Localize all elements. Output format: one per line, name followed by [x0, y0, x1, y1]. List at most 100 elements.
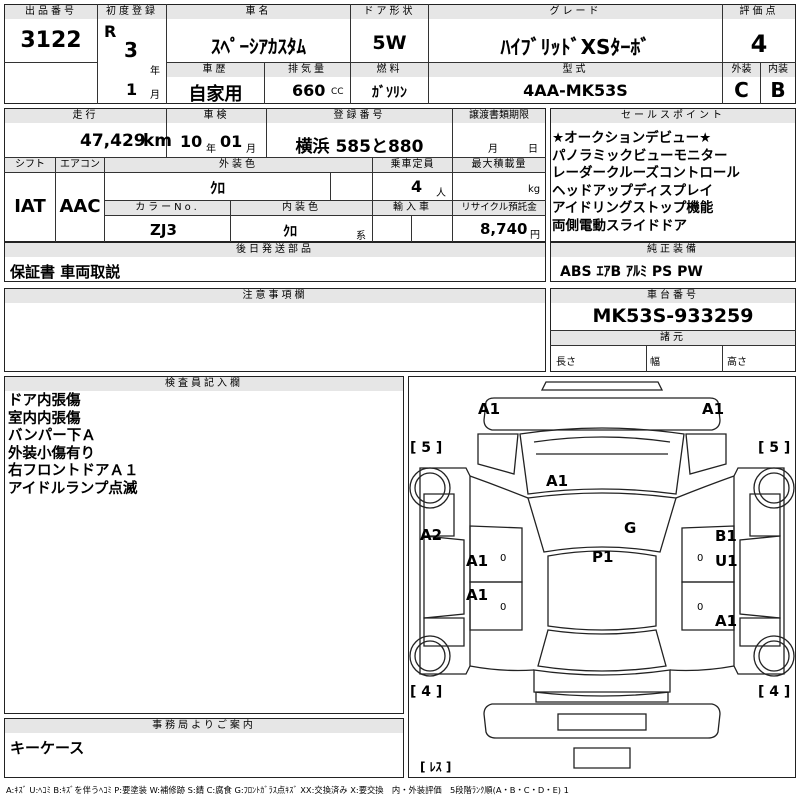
ext-color-value: ｸﾛ [209, 179, 225, 197]
history-value: 自家用 [188, 84, 243, 105]
exterior-value: C [734, 78, 749, 102]
history-label: 車歴 [167, 63, 264, 77]
zero-mark: 0 [697, 553, 704, 564]
ac-value: AAC [59, 196, 101, 217]
sales-point-item: パノラミックビューモニター [552, 147, 728, 164]
windshield [527, 492, 677, 553]
equipment-label: 純正装備 [551, 243, 795, 257]
door-value: 5W [372, 32, 407, 54]
displacement-label: 排気量 [265, 63, 350, 77]
reg-month: 1 [126, 80, 138, 99]
ac-label: エアコン [56, 158, 104, 172]
damage-legend: A:ｷｽﾞ U:ﾍｺﾐ B:ｷｽﾞを伴うﾍｺﾐ P:要塗装 W:補修跡 S:錆 … [6, 785, 569, 795]
wheel-rear-left [409, 635, 451, 677]
model-label: 型式 [429, 63, 722, 77]
specs-label: 諸元 [551, 331, 795, 345]
front-bumper [483, 397, 721, 431]
inspector-line: 右フロントドアＡ１ [8, 463, 139, 480]
chassis-label: 車台番号 [551, 289, 795, 303]
displacement-unit: CC [331, 87, 344, 97]
inspection-year-unit: 年 [206, 144, 216, 155]
capacity-label: 乗車定員 [373, 158, 452, 172]
lot-label: 出品番号 [5, 5, 97, 19]
mark-front-bumper-left: A1 [478, 400, 501, 418]
recycle-value: 8,740 [480, 220, 528, 238]
capacity-unit: 人 [436, 188, 446, 199]
mileage-label: 走行 [5, 109, 166, 123]
tire-rear-right: [ 4 ] [758, 684, 791, 700]
mark-roof: P1 [592, 548, 614, 566]
hood [519, 427, 685, 495]
mark-glass: G [624, 519, 637, 537]
exterior-label: 外装 [723, 63, 760, 77]
inspection-label: 車検 [167, 109, 266, 123]
plate-label: 登録番号 [267, 109, 452, 123]
height-label: 高さ [727, 357, 747, 368]
zero-mark: 0 [697, 602, 704, 613]
inspector-label: 検査員記入欄 [5, 377, 403, 391]
wheel-rear-right [753, 635, 795, 677]
grade-value: ﾊｲﾌﾞﾘｯﾄﾞXSﾀｰﾎﾞ [500, 35, 651, 59]
mark-left-front-door: A1 [466, 552, 489, 570]
first-reg-label: 初度登録 [98, 5, 166, 19]
recycle-label: リサイクル預託金 [453, 201, 545, 215]
car-name: ｽﾍﾟｰｼｱｶｽﾀﾑ [210, 36, 306, 58]
mark-left-rear-door: A1 [466, 586, 489, 604]
reg-month-unit: 月 [150, 90, 160, 101]
int-color-suffix: 系 [356, 231, 366, 242]
color-no-label: カラーNo. [105, 201, 230, 215]
grade-label: グレード [429, 5, 722, 19]
zero-mark: 0 [500, 602, 507, 613]
score-value: 4 [750, 30, 768, 58]
sales-points-list: ★オークションデビュー★ パノラミックビューモニター レーダークルーズコントロー… [552, 130, 795, 236]
tire-front-left: [ 5 ] [410, 440, 443, 456]
wheel-front-left [409, 467, 451, 509]
mileage-unit: km [143, 131, 173, 151]
transfer-month-unit: 月 [488, 144, 498, 155]
sales-point-item: 両側電動スライドドア [552, 217, 687, 234]
office-value: キーケース [10, 739, 85, 757]
car-outline-svg [409, 381, 795, 769]
sales-point-item: ヘッドアップディスプレイ [552, 182, 714, 199]
model-value: 4AA-MK53S [523, 81, 628, 100]
mileage-value: 47,429 [80, 131, 146, 151]
max-load-unit: kg [528, 184, 541, 195]
max-load-label: 最大積載量 [453, 158, 545, 172]
spare-tire: [ ﾚｽ ] [420, 760, 452, 774]
int-color-value: ｸﾛ [283, 224, 297, 240]
transfer-label: 譲渡書類期限 [453, 109, 545, 123]
inspection-month: 01 [220, 132, 243, 151]
inspector-line: アイドルランプ点滅 [8, 480, 138, 497]
rear-bumper [483, 703, 721, 739]
mark-right-u1: U1 [715, 552, 738, 570]
office-label: 事務局よりご案内 [5, 719, 403, 733]
shift-value: IAT [14, 196, 46, 217]
recycle-unit: 円 [530, 230, 540, 241]
reg-year-unit: 年 [150, 66, 160, 77]
sales-point-item: ★オークションデビュー★ [552, 130, 712, 146]
inspector-line: 外装小傷有り [8, 445, 95, 462]
ext-color-label: 外装色 [105, 158, 372, 172]
plate-value: 横浜 585と880 [295, 137, 424, 157]
inspector-lines: ドア内張傷 室内内張傷 バンパー下Ａ 外装小傷有り 右フロントドアＡ１ アイドル… [8, 393, 139, 499]
capacity-value: 4 [411, 177, 423, 196]
notes-label: 注意事項欄 [5, 289, 545, 303]
length-label: 長さ [556, 357, 576, 368]
details-block [4, 108, 546, 242]
inspector-line: 室内内張傷 [8, 410, 81, 427]
int-color-label: 内装色 [231, 201, 372, 215]
inspection-year: 10 [180, 132, 203, 151]
mark-right-rear-door: A1 [715, 612, 738, 630]
equipment-value: ABS ｴｱB ｱﾙﾐ PS PW [560, 264, 703, 280]
later-items-value: 保証書 車両取説 [10, 263, 121, 281]
reg-year: 3 [124, 38, 138, 62]
mark-right-b1: B1 [715, 527, 737, 545]
era-symbol: R [104, 22, 117, 41]
later-items-label: 後日発送部品 [5, 243, 545, 257]
interior-value: B [770, 78, 786, 102]
transfer-day-unit: 日 [528, 144, 538, 155]
interior-label: 内装 [761, 63, 795, 77]
car-name-label: 車名 [167, 5, 350, 19]
fuel-label: 燃料 [351, 63, 428, 77]
shift-label: シフト [5, 158, 55, 172]
